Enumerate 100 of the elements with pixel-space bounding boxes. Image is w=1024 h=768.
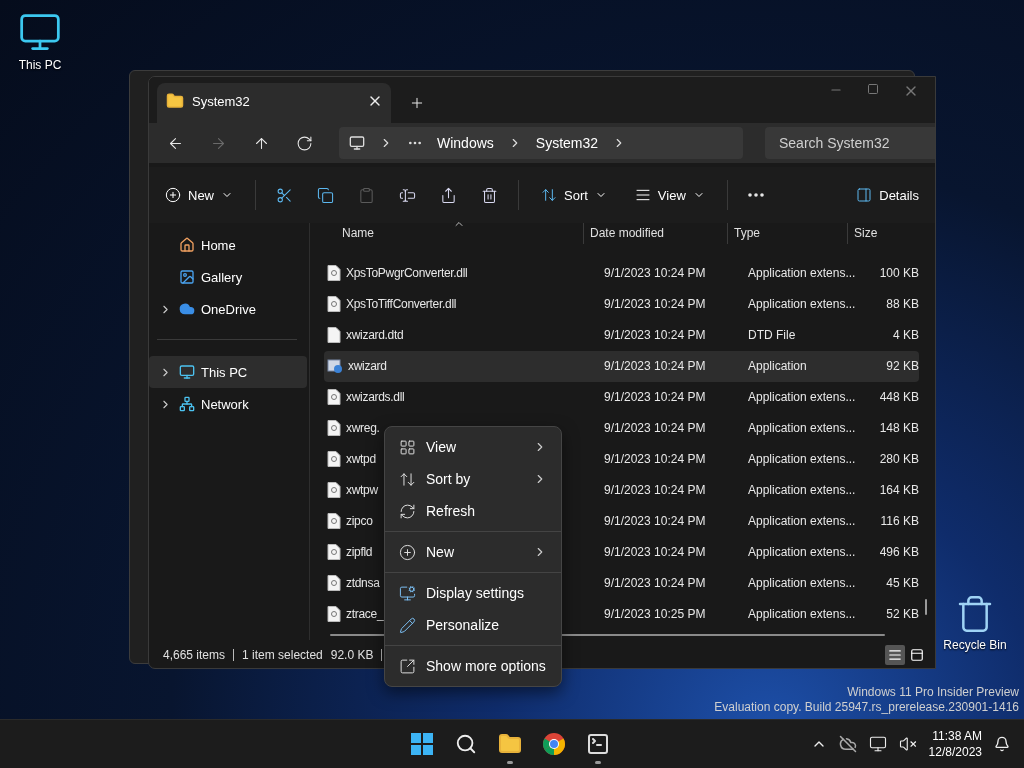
windows-logo-icon [411, 733, 433, 755]
size-cell-text: 52 KB [885, 607, 919, 622]
plus-icon [399, 543, 416, 561]
size-cell-text: 100 KB [878, 266, 919, 281]
breadcrumb-item[interactable]: Windows [437, 135, 494, 151]
file-name[interactable]: xwtpd [346, 452, 376, 467]
view-button[interactable]: View [628, 183, 711, 207]
date-cell-text: 9/1/2023 10:25 PM [603, 607, 707, 622]
new-button[interactable]: New [159, 183, 239, 207]
desktop-icon-label[interactable]: This PC [18, 58, 62, 72]
menu-item[interactable]: Refresh [389, 495, 557, 527]
sort-icon [541, 187, 557, 203]
size-cell-text: 45 KB [885, 576, 919, 591]
file-name[interactable]: zipco [346, 514, 373, 529]
gallery-icon [179, 269, 195, 285]
date-cell-text: 9/1/2023 10:24 PM [603, 359, 707, 374]
selection-size: 92.0 KB [330, 647, 374, 662]
address-bar[interactable]: Windows System32 [339, 127, 743, 159]
breadcrumb-item[interactable]: System32 [535, 135, 599, 151]
column-header[interactable]: Type [727, 223, 847, 244]
ellipsis-icon [747, 193, 764, 197]
sidebar-item[interactable]: OneDrive [149, 293, 307, 325]
home-icon [179, 237, 195, 253]
clock[interactable]: 11:38 AM 12/8/2023 [928, 728, 982, 760]
copy-icon [317, 186, 334, 204]
date-cell-text: 9/1/2023 10:24 PM [603, 576, 707, 591]
running-indicator [595, 761, 601, 764]
selected-row-highlight[interactable]: xwizard 9/1/2023 10:24 PM Application 92 KB [324, 350, 919, 382]
cloud-off-icon[interactable] [838, 735, 857, 753]
delete-icon [481, 186, 498, 204]
dll-file-icon [327, 606, 341, 623]
menu-item[interactable]: Display settings [389, 577, 557, 609]
type-cell-text: Application extens... [747, 266, 857, 281]
file-name[interactable]: xwizards.dll [346, 390, 405, 405]
vertical-scrollbar[interactable] [925, 599, 927, 615]
file-name[interactable]: ztrace_ [346, 607, 384, 622]
tab-title: System32 [192, 93, 251, 109]
date-cell-text: 9/1/2023 10:24 PM [603, 266, 707, 281]
type-cell-text: Application extens... [747, 607, 857, 622]
date-cell-text: 9/1/2023 10:24 PM [603, 297, 707, 312]
file-name[interactable]: zipfld [346, 545, 373, 560]
type-cell-text: Application extens... [747, 421, 857, 436]
sidebar-item[interactable]: Gallery [149, 261, 307, 293]
type-cell-text: DTD File [747, 328, 797, 343]
notification-bell-icon[interactable] [994, 736, 1010, 752]
size-cell-text: 4 KB [892, 328, 919, 343]
open-external-icon [399, 657, 416, 675]
sort-icon [399, 470, 416, 488]
menu-item[interactable]: Personalize [389, 609, 557, 641]
size-cell-text: 448 KB [878, 390, 919, 405]
file-name[interactable]: XpsToPwgrConverter.dll [346, 266, 468, 281]
sidebar-item[interactable]: This PC [149, 356, 307, 388]
size-cell-text: 92 KB [885, 359, 919, 374]
size-cell-text: 164 KB [878, 483, 919, 498]
panel-icon [910, 647, 924, 662]
file-name[interactable]: xwizard.dtd [346, 328, 404, 343]
file-name[interactable]: xwreg. [346, 421, 380, 436]
application-icon [327, 358, 343, 375]
date-cell-text: 9/1/2023 10:24 PM [603, 545, 707, 560]
selection-status: 1 item selected [242, 647, 323, 662]
menu-item[interactable]: View [389, 431, 557, 463]
date-cell-text: 9/1/2023 10:24 PM [603, 390, 707, 405]
rename-icon [399, 186, 416, 204]
size-cell-text: 280 KB [878, 452, 919, 467]
maximize-icon[interactable] [867, 83, 879, 95]
refresh-icon [296, 134, 313, 152]
date-cell-text: 9/1/2023 10:24 PM [603, 421, 707, 436]
column-header[interactable]: Date modified [583, 223, 727, 244]
sort-button[interactable]: Sort [535, 183, 613, 207]
details-button[interactable]: Details [850, 183, 925, 207]
dll-file-icon [327, 575, 341, 592]
desktop-icon-label[interactable]: Recycle Bin [943, 638, 1007, 652]
dll-file-icon [327, 451, 341, 468]
file-name[interactable]: xwizard [348, 359, 387, 374]
dll-file-icon [327, 544, 341, 561]
menu-item[interactable]: New [389, 536, 557, 568]
search-field[interactable]: Search System32 [765, 127, 935, 159]
date-cell-text: 9/1/2023 10:24 PM [603, 483, 707, 498]
dll-file-icon [327, 389, 341, 406]
running-indicator [507, 761, 513, 764]
share-icon [440, 186, 457, 204]
watermark-text: Windows 11 Pro Insider Preview [847, 685, 1019, 700]
sidebar-item[interactable]: Home [149, 229, 307, 261]
dll-file-icon [327, 513, 341, 530]
column-header[interactable]: Size [847, 223, 935, 244]
file-name[interactable]: xwtpw [346, 483, 378, 498]
column-header[interactable]: Name [310, 223, 583, 244]
type-cell-text: Application extens... [747, 514, 857, 529]
details-view-button[interactable] [885, 644, 905, 665]
date-cell-text: 9/1/2023 10:24 PM [603, 328, 707, 343]
menu-item[interactable]: Sort by [389, 463, 557, 495]
terminal-icon [586, 732, 610, 756]
sidebar-item[interactable]: Network [149, 388, 307, 420]
file-name[interactable]: XpsToTiffConverter.dll [346, 297, 457, 312]
monitor-icon [349, 135, 365, 151]
menu-item[interactable]: Show more options [389, 650, 557, 682]
file-name[interactable]: ztdnsa [346, 576, 380, 591]
tab[interactable]: System32 [157, 83, 391, 123]
volume-muted-icon[interactable] [898, 735, 917, 753]
date-cell-text: 9/1/2023 10:24 PM [603, 514, 707, 529]
